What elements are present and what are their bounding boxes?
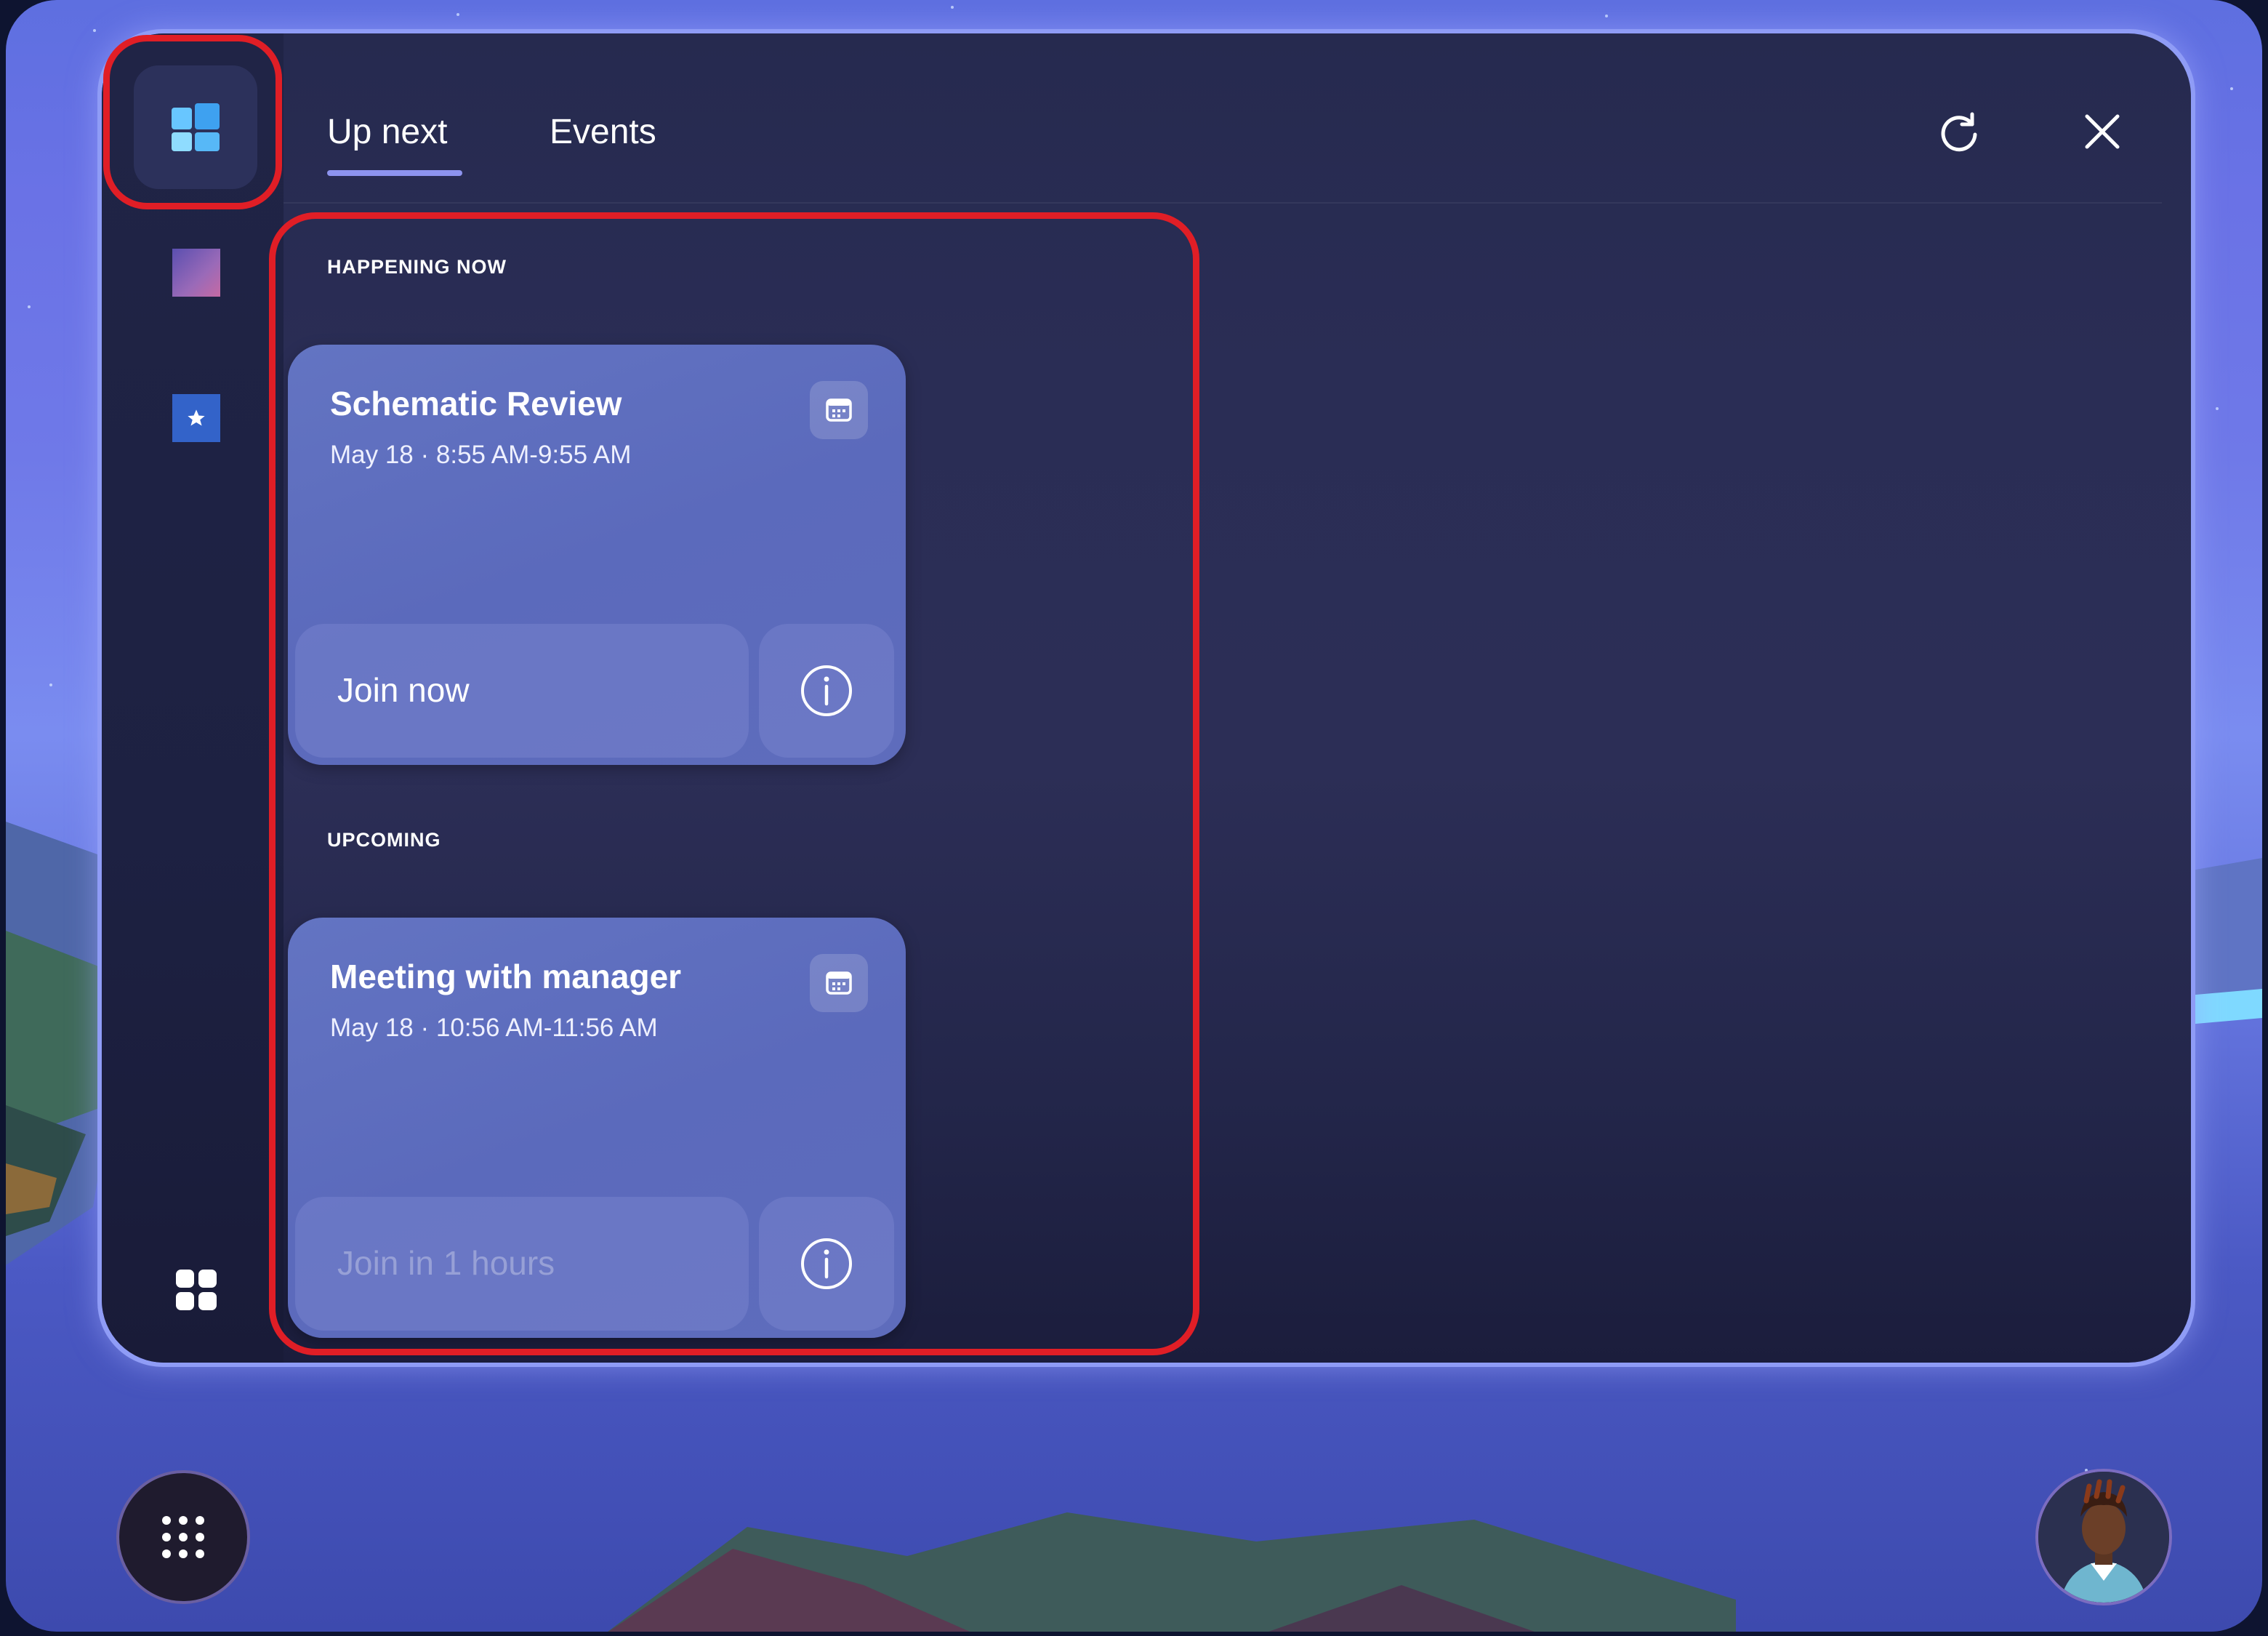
sidebar xyxy=(102,33,284,1363)
refresh-button[interactable] xyxy=(1930,103,1988,161)
tab-events[interactable]: Events xyxy=(550,112,656,152)
close-button[interactable] xyxy=(2073,103,2131,161)
active-tab-indicator xyxy=(327,170,462,176)
sidebar-item-favorites[interactable] xyxy=(172,394,220,442)
avatar[interactable] xyxy=(2035,1469,2172,1605)
highlight-home-button xyxy=(103,35,282,209)
header-divider xyxy=(284,202,2162,204)
landscape-bottom xyxy=(608,1512,1736,1632)
close-icon xyxy=(2085,114,2120,149)
launcher-button[interactable] xyxy=(116,1470,250,1604)
dots-grid-icon xyxy=(162,1516,204,1558)
avatar-portrait xyxy=(2038,1472,2169,1603)
highlight-meetings-list xyxy=(269,212,1199,1355)
apps-grid-icon[interactable] xyxy=(173,1267,220,1313)
refresh-icon xyxy=(1941,112,1977,152)
tab-up-next[interactable]: Up next xyxy=(327,112,447,152)
sidebar-item-environment[interactable] xyxy=(172,249,220,297)
star-icon xyxy=(188,409,205,426)
